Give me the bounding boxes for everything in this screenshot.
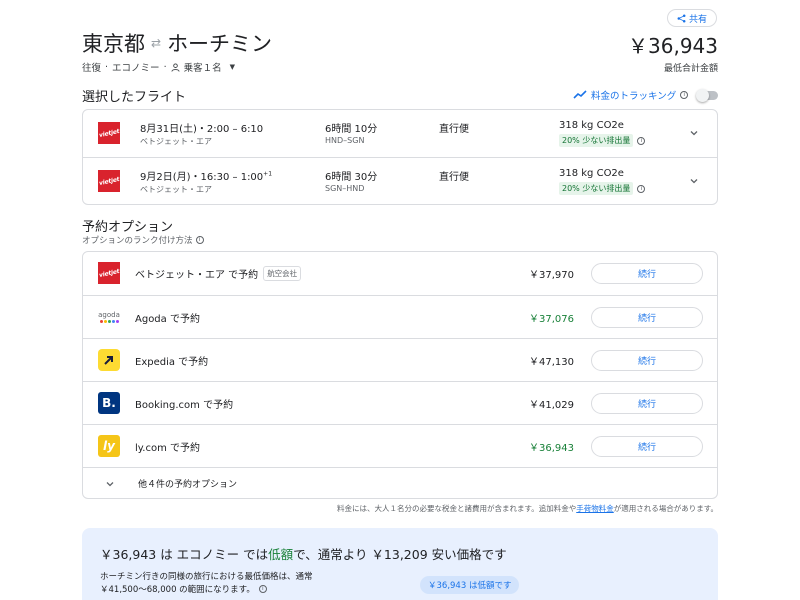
booking-option-name: Agoda で予約 [135, 314, 200, 325]
flight-row-return[interactable]: vietjet 9月2日(月)・16:30 – 1:00+1 ベトジェット・エア… [83, 157, 717, 204]
round-trip-arrows-icon: ⇄ [151, 36, 162, 50]
flight-co2: 318 kg CO2e [559, 168, 624, 179]
airline-tag: 航空会社 [263, 266, 302, 281]
chevron-down-icon[interactable] [689, 128, 699, 138]
agoda-logo: agoda [98, 306, 120, 328]
price-insight-description: ホーチミン行きの同様の旅行における最低価格は、通常 [100, 572, 313, 582]
booking-option-price: ￥41,029 [529, 400, 574, 411]
share-icon [677, 14, 686, 22]
info-icon: i [195, 236, 204, 244]
flight-stops: 直行便 [439, 172, 469, 183]
passenger-selector[interactable]: 乗客１名 ▼ [171, 60, 235, 74]
flight-stops: 直行便 [439, 124, 469, 135]
origin-city: 東京都 [82, 32, 145, 56]
trip-type: 往復 [82, 63, 102, 74]
passenger-count: 乗客１名 [183, 63, 222, 74]
price-tracking[interactable]: 料金のトラッキング i [573, 88, 719, 102]
price-tracking-label: 料金のトラッキング [591, 91, 677, 102]
emissions-badge: 20% 少ない排出量 i [559, 134, 646, 147]
trend-icon [573, 90, 587, 99]
continue-button[interactable]: 続行 [591, 307, 703, 328]
share-label: 共有 [688, 14, 707, 25]
booking-option-name: Expedia で予約 [135, 357, 209, 368]
trip-meta: 往復 · エコノミー · 乗客１名 ▼ [82, 60, 235, 75]
vietjet-logo: vietjet [98, 262, 120, 284]
more-booking-options[interactable]: 他４件の予約オプション [83, 467, 717, 498]
vietjet-logo: vietjet [98, 122, 120, 144]
vietjet-logo: vietjet [98, 170, 120, 192]
booking-option-booking-com: B. Booking.com で予約 ￥41,029 続行 [83, 381, 717, 424]
booking-option-agoda: agoda Agoda で予約 ￥37,076 続行 [83, 295, 717, 338]
more-options-label: 他４件の予約オプション [138, 480, 238, 490]
expedia-logo [98, 349, 120, 371]
price-insight-headline: ￥36,943 は エコノミー では低額で、通常より ￥13,209 安い価格で… [100, 547, 507, 562]
info-icon[interactable]: i [258, 585, 267, 593]
flight-datetime: 8月31日(土)・2:00 – 6:10 [140, 124, 264, 135]
flight-co2: 318 kg CO2e [559, 120, 624, 131]
continue-button[interactable]: 続行 [591, 436, 703, 457]
info-icon[interactable]: i [680, 91, 689, 99]
price-level-bubble: ￥36,943 は低額です [420, 576, 520, 594]
info-icon[interactable]: i [637, 184, 646, 193]
booking-option-expedia: Expedia で予約 ￥47,130 続行 [83, 338, 717, 381]
cabin-class: エコノミー [112, 63, 160, 74]
booking-com-logo: B. [98, 392, 120, 414]
destination-city: ホーチミン [167, 32, 273, 56]
ranking-method-link[interactable]: オプションのランク付け方法 i [82, 234, 204, 246]
booking-option-price: ￥37,076 [529, 314, 574, 325]
booking-option-price: ￥36,943 [529, 443, 574, 454]
emissions-badge: 20% 少ない排出量 i [559, 182, 646, 195]
booking-options-title: 予約オプション [82, 220, 174, 235]
chevron-down-icon [106, 482, 114, 487]
share-button[interactable]: 共有 [667, 9, 717, 27]
toggle-knob [696, 88, 710, 102]
caret-down-icon: ▼ [229, 63, 235, 71]
booking-options-card: vietjet ベトジェット・エア で予約 航空会社 ￥37,970 続行 ago… [82, 251, 718, 499]
flight-airline: ベトジェット・エア [140, 185, 212, 194]
price-tracking-toggle[interactable] [696, 88, 719, 102]
continue-button[interactable]: 続行 [591, 350, 703, 371]
booking-option-price: ￥47,130 [529, 357, 574, 368]
flight-datetime: 9月2日(月)・16:30 – 1:00+1 [140, 170, 273, 183]
selected-flights-card: vietjet 8月31日(土)・2:00 – 6:10 ベトジェット・エア 6… [82, 109, 718, 205]
booking-option-name: Booking.com で予約 [135, 400, 234, 411]
total-price: ￥36,943 [628, 34, 718, 58]
fee-note: 料金には、大人１名分の必要な税金と諸費用が含まれます。追加料金や手荷物料金が適用… [337, 504, 718, 513]
continue-button[interactable]: 続行 [591, 263, 703, 284]
flight-duration: 6時間 10分 [325, 124, 378, 135]
person-icon [171, 62, 180, 72]
info-icon[interactable]: i [637, 136, 646, 145]
route-title: 東京都 ⇄ ホーチミン [82, 28, 272, 58]
flight-route: SGN–HND [325, 184, 365, 193]
selected-flights-title: 選択したフライト [82, 90, 187, 105]
booking-option-name: ベトジェット・エア で予約 航空会社 [135, 266, 302, 281]
booking-option-vietjet: vietjet ベトジェット・エア で予約 航空会社 ￥37,970 続行 [83, 252, 717, 295]
continue-button[interactable]: 続行 [591, 393, 703, 414]
expedia-arrow-icon [104, 356, 113, 365]
baggage-fees-link[interactable]: 手荷物料金 [576, 504, 614, 513]
total-price-label: 最低合計金額 [663, 64, 718, 74]
flight-route: HND–SGN [325, 136, 365, 145]
price-insight-range: ￥41,500～68,000 の範囲になります。 i [100, 583, 267, 595]
flight-row-outbound[interactable]: vietjet 8月31日(土)・2:00 – 6:10 ベトジェット・エア 6… [83, 110, 717, 157]
flight-duration: 6時間 30分 [325, 172, 378, 183]
booking-option-name: ly.com で予約 [135, 443, 200, 454]
ly-com-logo: ly [98, 435, 120, 457]
price-insight-panel: ￥36,943 は エコノミー では低額で、通常より ￥13,209 安い価格で… [82, 528, 718, 600]
booking-option-ly-com: ly ly.com で予約 ￥36,943 続行 [83, 424, 717, 467]
chevron-down-icon[interactable] [689, 176, 699, 186]
flight-airline: ベトジェット・エア [140, 137, 212, 146]
booking-option-price: ￥37,970 [529, 270, 574, 281]
